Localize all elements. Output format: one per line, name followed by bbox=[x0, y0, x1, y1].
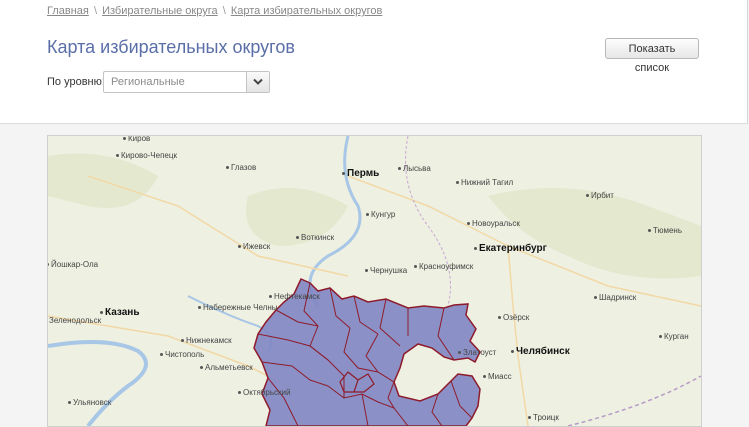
city-dot-icon bbox=[160, 353, 163, 357]
city-dot-icon bbox=[200, 366, 203, 370]
map-base-layer bbox=[48, 136, 701, 426]
city-label: Пермь bbox=[342, 169, 379, 179]
city-dot-icon bbox=[366, 213, 369, 217]
city-label: Зеленодольск bbox=[48, 316, 101, 325]
city-label: Казань bbox=[100, 308, 140, 318]
city-label: Набережные Челны bbox=[198, 303, 278, 312]
chevron-down-icon bbox=[253, 78, 263, 85]
city-dot-icon bbox=[467, 222, 470, 226]
breadcrumb: Главная \ Избирательные округа \ Карта и… bbox=[47, 5, 382, 17]
city-label: Ульяновск bbox=[68, 398, 111, 407]
city-dot-icon bbox=[116, 154, 119, 158]
city-dot-icon bbox=[238, 391, 241, 395]
city-dot-icon bbox=[458, 351, 461, 355]
header-panel: Главная \ Избирательные округа \ Карта и… bbox=[0, 0, 748, 124]
city-label: Озёрск bbox=[498, 313, 529, 322]
city-label: Красноуфимск bbox=[414, 262, 473, 271]
city-dot-icon bbox=[511, 349, 514, 353]
city-dot-icon bbox=[68, 401, 71, 405]
city-label: Ирбит bbox=[586, 191, 614, 200]
city-label: Новоуральск bbox=[467, 219, 520, 228]
city-dot-icon bbox=[456, 181, 459, 185]
city-dot-icon bbox=[659, 335, 662, 339]
city-dot-icon bbox=[123, 137, 126, 141]
breadcrumb-home-link[interactable]: Главная bbox=[47, 5, 89, 17]
city-dot-icon bbox=[296, 236, 299, 240]
level-select-value: Региональные bbox=[111, 76, 185, 88]
city-label: Киров bbox=[123, 136, 150, 143]
show-list-button[interactable]: Показать список bbox=[605, 38, 699, 74]
city-label: Шадринск bbox=[594, 293, 636, 302]
city-label: Октябрьский bbox=[238, 388, 290, 397]
breadcrumb-current-link[interactable]: Карта избирательных округов bbox=[231, 5, 383, 17]
city-dot-icon bbox=[398, 167, 401, 171]
city-dot-icon bbox=[48, 263, 49, 267]
city-dot-icon bbox=[414, 265, 417, 269]
city-dot-icon bbox=[269, 295, 272, 299]
city-dot-icon bbox=[498, 316, 501, 320]
city-dot-icon bbox=[226, 166, 229, 170]
city-label: Кунгур bbox=[366, 210, 395, 219]
city-dot-icon bbox=[648, 229, 651, 233]
city-dot-icon bbox=[365, 269, 368, 273]
city-label: Чернушка bbox=[365, 266, 407, 275]
city-label: Кирово-Чепецк bbox=[116, 151, 177, 160]
city-label: Челябинск bbox=[511, 347, 570, 357]
city-dot-icon bbox=[586, 194, 589, 198]
city-label: Альметьевск bbox=[200, 363, 253, 372]
city-label: Лысьва bbox=[398, 164, 431, 173]
city-dot-icon bbox=[342, 171, 345, 175]
city-label: Тюмень bbox=[648, 226, 682, 235]
city-dot-icon bbox=[483, 375, 486, 379]
city-label: Миасс bbox=[483, 372, 512, 381]
city-label: Златоуст bbox=[458, 348, 496, 357]
level-select[interactable]: Региональные bbox=[103, 71, 270, 93]
city-label: Нижний Тагил bbox=[456, 178, 513, 187]
city-label: Ижевск bbox=[238, 242, 270, 251]
districts-map[interactable]: Киров Кирово-Чепецк Глазов Пермь Лысьва Нижни… bbox=[47, 135, 702, 427]
city-label: Чистополь bbox=[160, 350, 204, 359]
city-dot-icon bbox=[474, 246, 477, 250]
city-label: Нефтекамск bbox=[269, 292, 320, 301]
city-dot-icon bbox=[100, 310, 103, 314]
city-dot-icon bbox=[528, 416, 531, 420]
city-dot-icon bbox=[181, 339, 184, 343]
city-dot-icon bbox=[238, 245, 241, 249]
city-label: Нижнекамск bbox=[181, 336, 232, 345]
breadcrumb-districts-link[interactable]: Избирательные округа bbox=[102, 5, 218, 17]
city-label: Курган bbox=[659, 332, 689, 341]
city-label: Глазов bbox=[226, 163, 256, 172]
city-dot-icon bbox=[198, 306, 201, 310]
page-title: Карта избирательных округов bbox=[47, 37, 295, 57]
breadcrumb-separator: \ bbox=[222, 5, 226, 17]
breadcrumb-separator: \ bbox=[93, 5, 97, 17]
city-label: Йошкар-Ола bbox=[48, 260, 98, 269]
level-select-toggle[interactable] bbox=[246, 72, 269, 92]
level-filter-label: По уровню: bbox=[47, 76, 105, 88]
city-dot-icon bbox=[594, 296, 597, 300]
city-label: Екатеринбург bbox=[474, 244, 547, 254]
city-label: Воткинск bbox=[296, 233, 334, 242]
